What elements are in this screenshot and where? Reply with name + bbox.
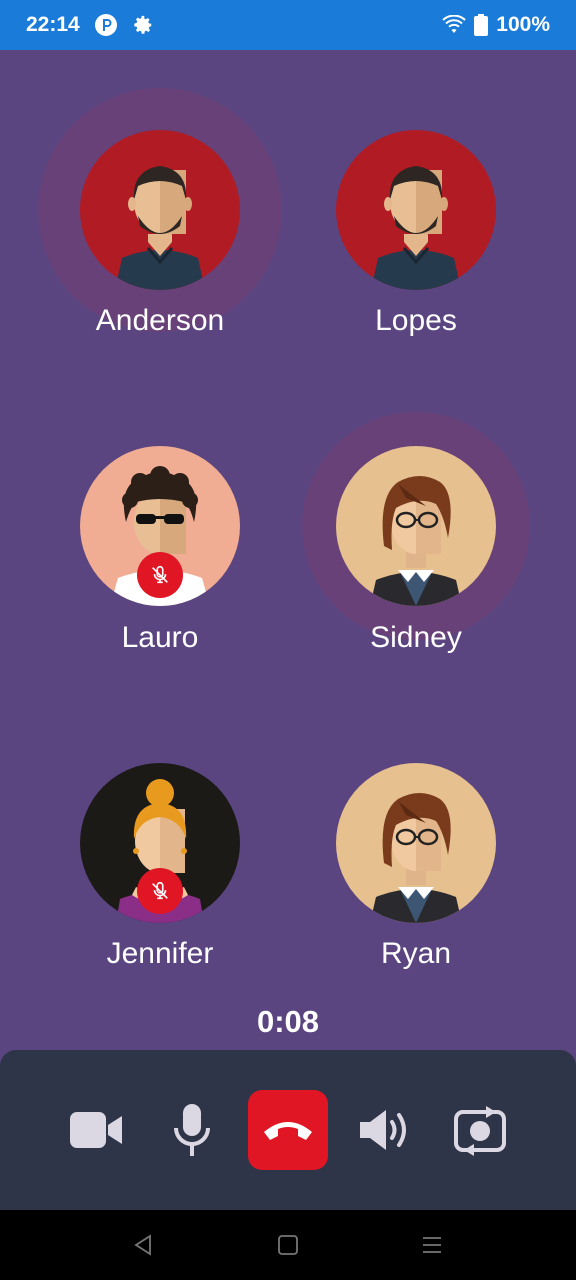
status-time: 22:14 <box>26 13 80 36</box>
glasses-brown-hair-avatar <box>336 763 496 923</box>
glasses-brown-hair-avatar <box>336 446 496 606</box>
participant-name: Lauro <box>121 621 199 654</box>
battery-percent: 100% <box>496 13 550 36</box>
muted-microphone-icon <box>137 868 183 914</box>
participants-grid: Anderson Lopes Lauro Sidney Jennifer Rya… <box>0 50 576 1050</box>
participant-name: Sidney <box>370 621 462 654</box>
participant-name: Lopes <box>375 304 457 337</box>
pinned-app-icon <box>94 13 118 37</box>
bearded-man-avatar <box>80 130 240 290</box>
call-controls-panel <box>0 1050 576 1210</box>
call-duration: 0:08 <box>256 1004 320 1039</box>
participant-name: Ryan <box>380 937 452 970</box>
microphone-button[interactable] <box>152 1090 232 1170</box>
video-camera-button[interactable] <box>56 1090 136 1170</box>
settings-gear-icon <box>132 14 154 36</box>
microphone-icon <box>174 1104 210 1156</box>
wifi-icon <box>442 15 466 35</box>
switch-camera-icon <box>454 1106 506 1156</box>
muted-microphone-icon <box>137 552 183 598</box>
switch-camera-button[interactable] <box>440 1090 520 1170</box>
end-call-button[interactable] <box>248 1090 328 1170</box>
bearded-man-avatar <box>336 130 496 290</box>
system-navigation-bar <box>0 1210 576 1280</box>
participant-name: Jennifer <box>106 937 214 970</box>
back-icon[interactable] <box>130 1232 156 1258</box>
battery-icon <box>474 14 489 36</box>
video-camera-icon <box>70 1112 122 1148</box>
speaker-button[interactable] <box>344 1090 424 1170</box>
home-icon[interactable] <box>275 1232 301 1258</box>
hang-up-phone-icon <box>264 1122 312 1140</box>
recents-menu-icon[interactable] <box>419 1232 445 1258</box>
participant-name: Anderson <box>95 304 225 337</box>
status-bar: 22:14 100% <box>0 0 576 50</box>
speaker-volume-icon <box>360 1110 406 1150</box>
